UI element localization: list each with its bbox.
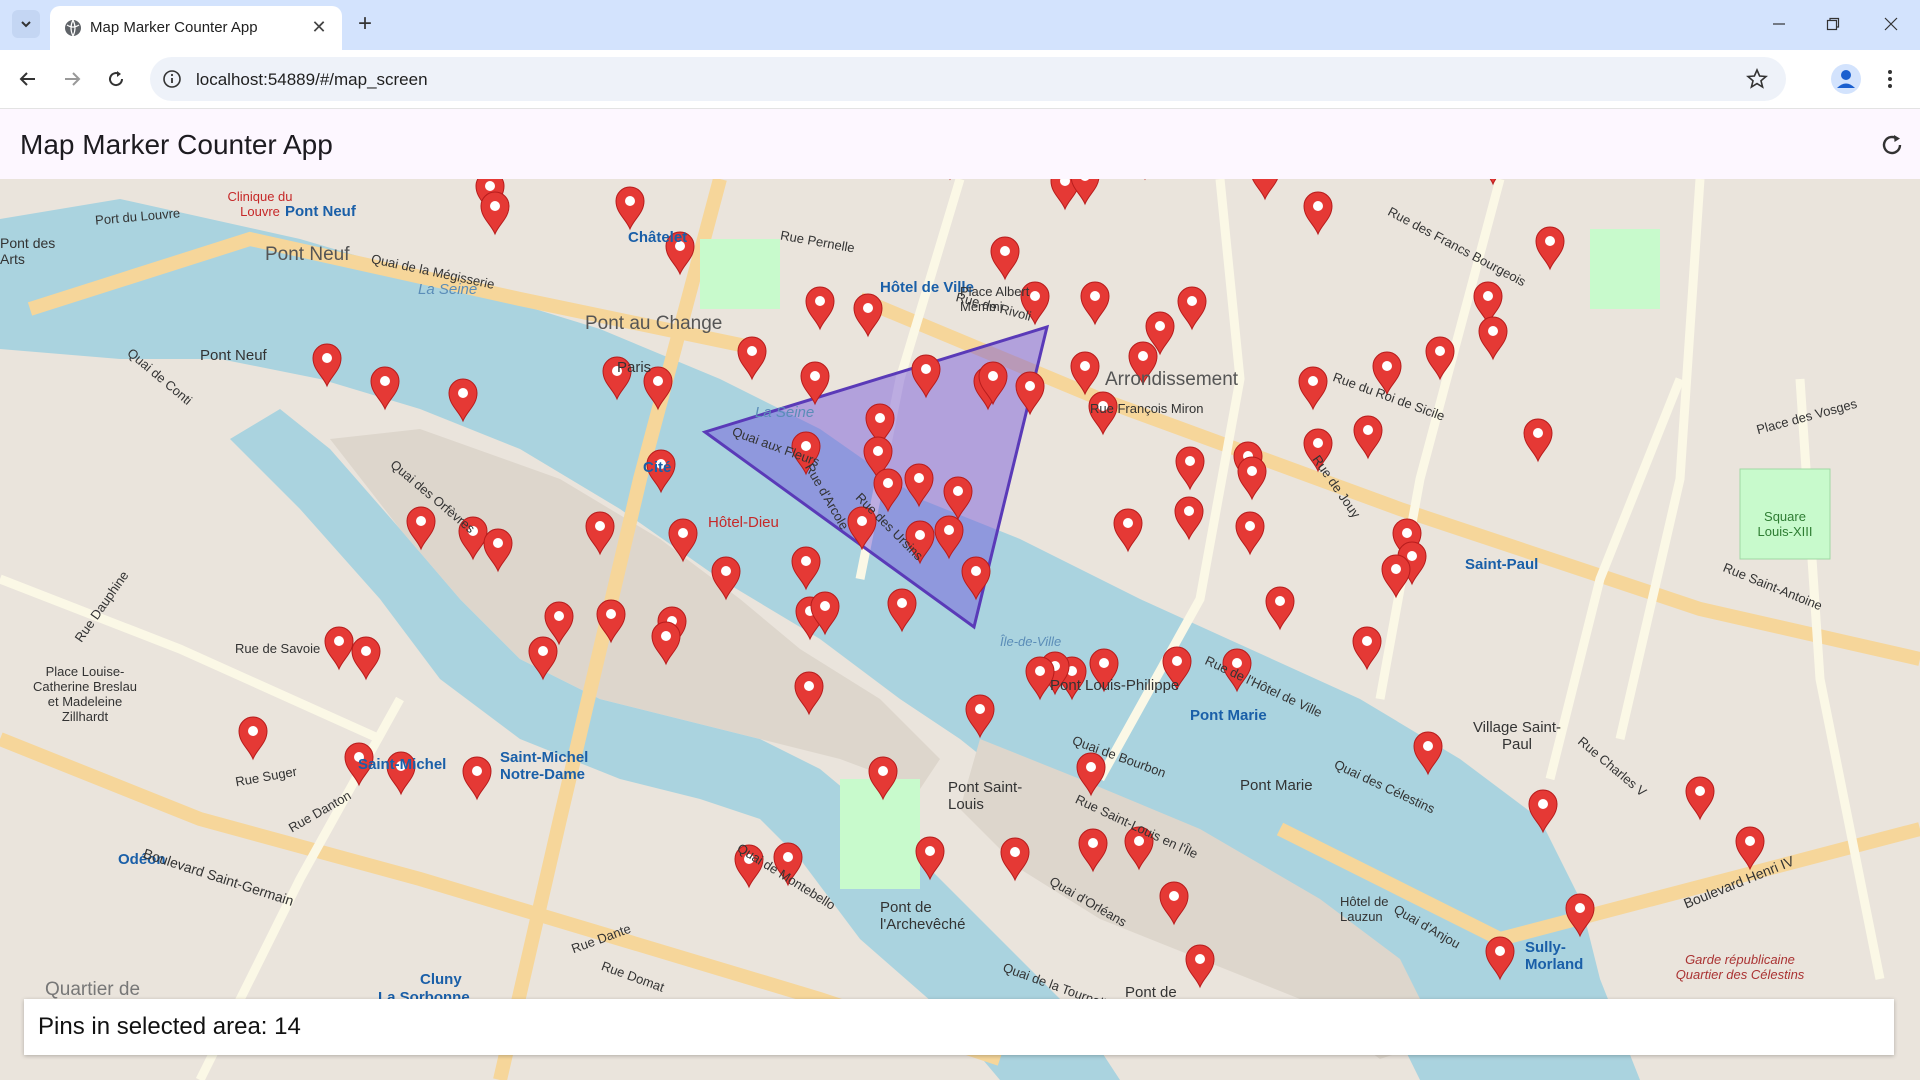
tour-saint-jacques-park [700, 239, 780, 309]
minimize-button[interactable] [1756, 8, 1802, 40]
label-pont-de-l-archeveche: Pont de l'Archevêché [880, 899, 966, 933]
pin-count-panel: Pins in selected area: 14 [24, 999, 1894, 1055]
profile-avatar-icon[interactable] [1830, 63, 1862, 95]
park-marais [1590, 229, 1660, 309]
label-quartier-de: Quartier de [45, 979, 141, 1000]
label-chatelet: Châtelet [628, 229, 688, 246]
label-pont-louis-philippe: Pont Louis-Philippe [1050, 677, 1180, 694]
label-pont-saint-louis: Pont Saint-Louis [948, 779, 1023, 813]
close-tab-icon[interactable]: ✕ [308, 16, 330, 38]
label-pont-neuf-2: Pont Neuf [200, 347, 267, 364]
back-button[interactable] [12, 63, 44, 95]
label-rue-francois-miron: Rue François Miron [1090, 401, 1204, 416]
label-arrondissement: Arrondissement [1105, 369, 1239, 390]
forward-button[interactable] [56, 63, 88, 95]
star-icon[interactable] [1746, 68, 1768, 90]
label-pont-marie: Pont Marie [1240, 777, 1313, 794]
arrow-right-icon [65, 72, 81, 86]
tab-title: Map Marker Counter App [90, 19, 258, 36]
globe-icon [65, 19, 81, 37]
new-tab-button[interactable]: + [352, 10, 378, 37]
label-pont-marie-station: Pont Marie [1190, 707, 1267, 724]
label-rue-de-savoie: Rue de Savoie [235, 641, 321, 656]
reload-button[interactable] [100, 63, 132, 95]
label-paris: Paris [617, 359, 652, 376]
refresh-icon[interactable] [1878, 131, 1906, 159]
more-vertical-icon [1888, 70, 1892, 88]
label-garde-republicaine: Garde républicaine Quartier des Célestin… [1675, 952, 1805, 982]
label-saint-michel: Saint-Michel [358, 756, 447, 773]
label-village-saint-paul: Village Saint-Paul [1472, 719, 1562, 753]
address-bar[interactable]: localhost:54889/#/map_screen [150, 57, 1786, 101]
info-icon[interactable] [162, 69, 182, 89]
restore-icon [1826, 17, 1840, 31]
minimize-icon [1773, 23, 1785, 25]
label-hotel-dieu: Hôtel-Dieu [708, 514, 779, 531]
label-sully-morland: Sully-Morland [1525, 939, 1584, 973]
label-pont-au-change: Pont au Change [585, 313, 723, 334]
label-cluny: Cluny [420, 971, 462, 988]
label-pont-neuf-station: Pont Neuf [285, 203, 356, 220]
chevron-down-icon [21, 21, 31, 28]
label-ile-de-ville: Île-de-Ville [1000, 634, 1062, 649]
label-place-louise: Place Louise-Catherine Breslau et Madele… [32, 664, 138, 724]
map-view[interactable]: Arrondissement Pont Neuf Pont Neuf Pont … [0, 179, 1920, 1080]
label-cite: Cité [643, 459, 672, 476]
tab-search-button[interactable] [12, 10, 40, 38]
browser-menu-button[interactable] [1878, 63, 1902, 95]
app-bar: Map Marker Counter App [0, 109, 1920, 179]
app-title: Map Marker Counter App [20, 129, 333, 160]
close-icon [1884, 17, 1898, 31]
label-place-albert: Place Albert Memmi [960, 284, 1030, 314]
label-saint-michel-nd: Saint-Michel Notre-Dame [500, 749, 589, 783]
browser-tab-strip: Map Marker Counter App ✕ + [0, 0, 1920, 50]
arrow-left-icon [19, 72, 35, 86]
browser-toolbar: localhost:54889/#/map_screen [0, 50, 1920, 109]
browser-tab[interactable]: Map Marker Counter App ✕ [50, 6, 342, 50]
map-base-layer [0, 179, 1920, 1080]
reload-icon [109, 71, 124, 87]
label-saint-paul: Saint-Paul [1465, 556, 1539, 573]
label-pont-des-arts: Pont des Arts [0, 235, 56, 267]
close-window-button[interactable] [1868, 8, 1914, 40]
restore-button[interactable] [1810, 8, 1856, 40]
label-clinique: Clinique du Louvre [227, 189, 293, 219]
url-text[interactable]: localhost:54889/#/map_screen [196, 70, 428, 90]
square-jean-xxiii-park [840, 779, 920, 889]
pin-count-text: Pins in selected area: 14 [38, 1013, 301, 1040]
label-la-seine-2: La Seine [755, 404, 815, 421]
label-pont-neuf: Pont Neuf [265, 244, 350, 265]
label-square-louis-xiii: Square Louis-XIII [1757, 509, 1813, 539]
